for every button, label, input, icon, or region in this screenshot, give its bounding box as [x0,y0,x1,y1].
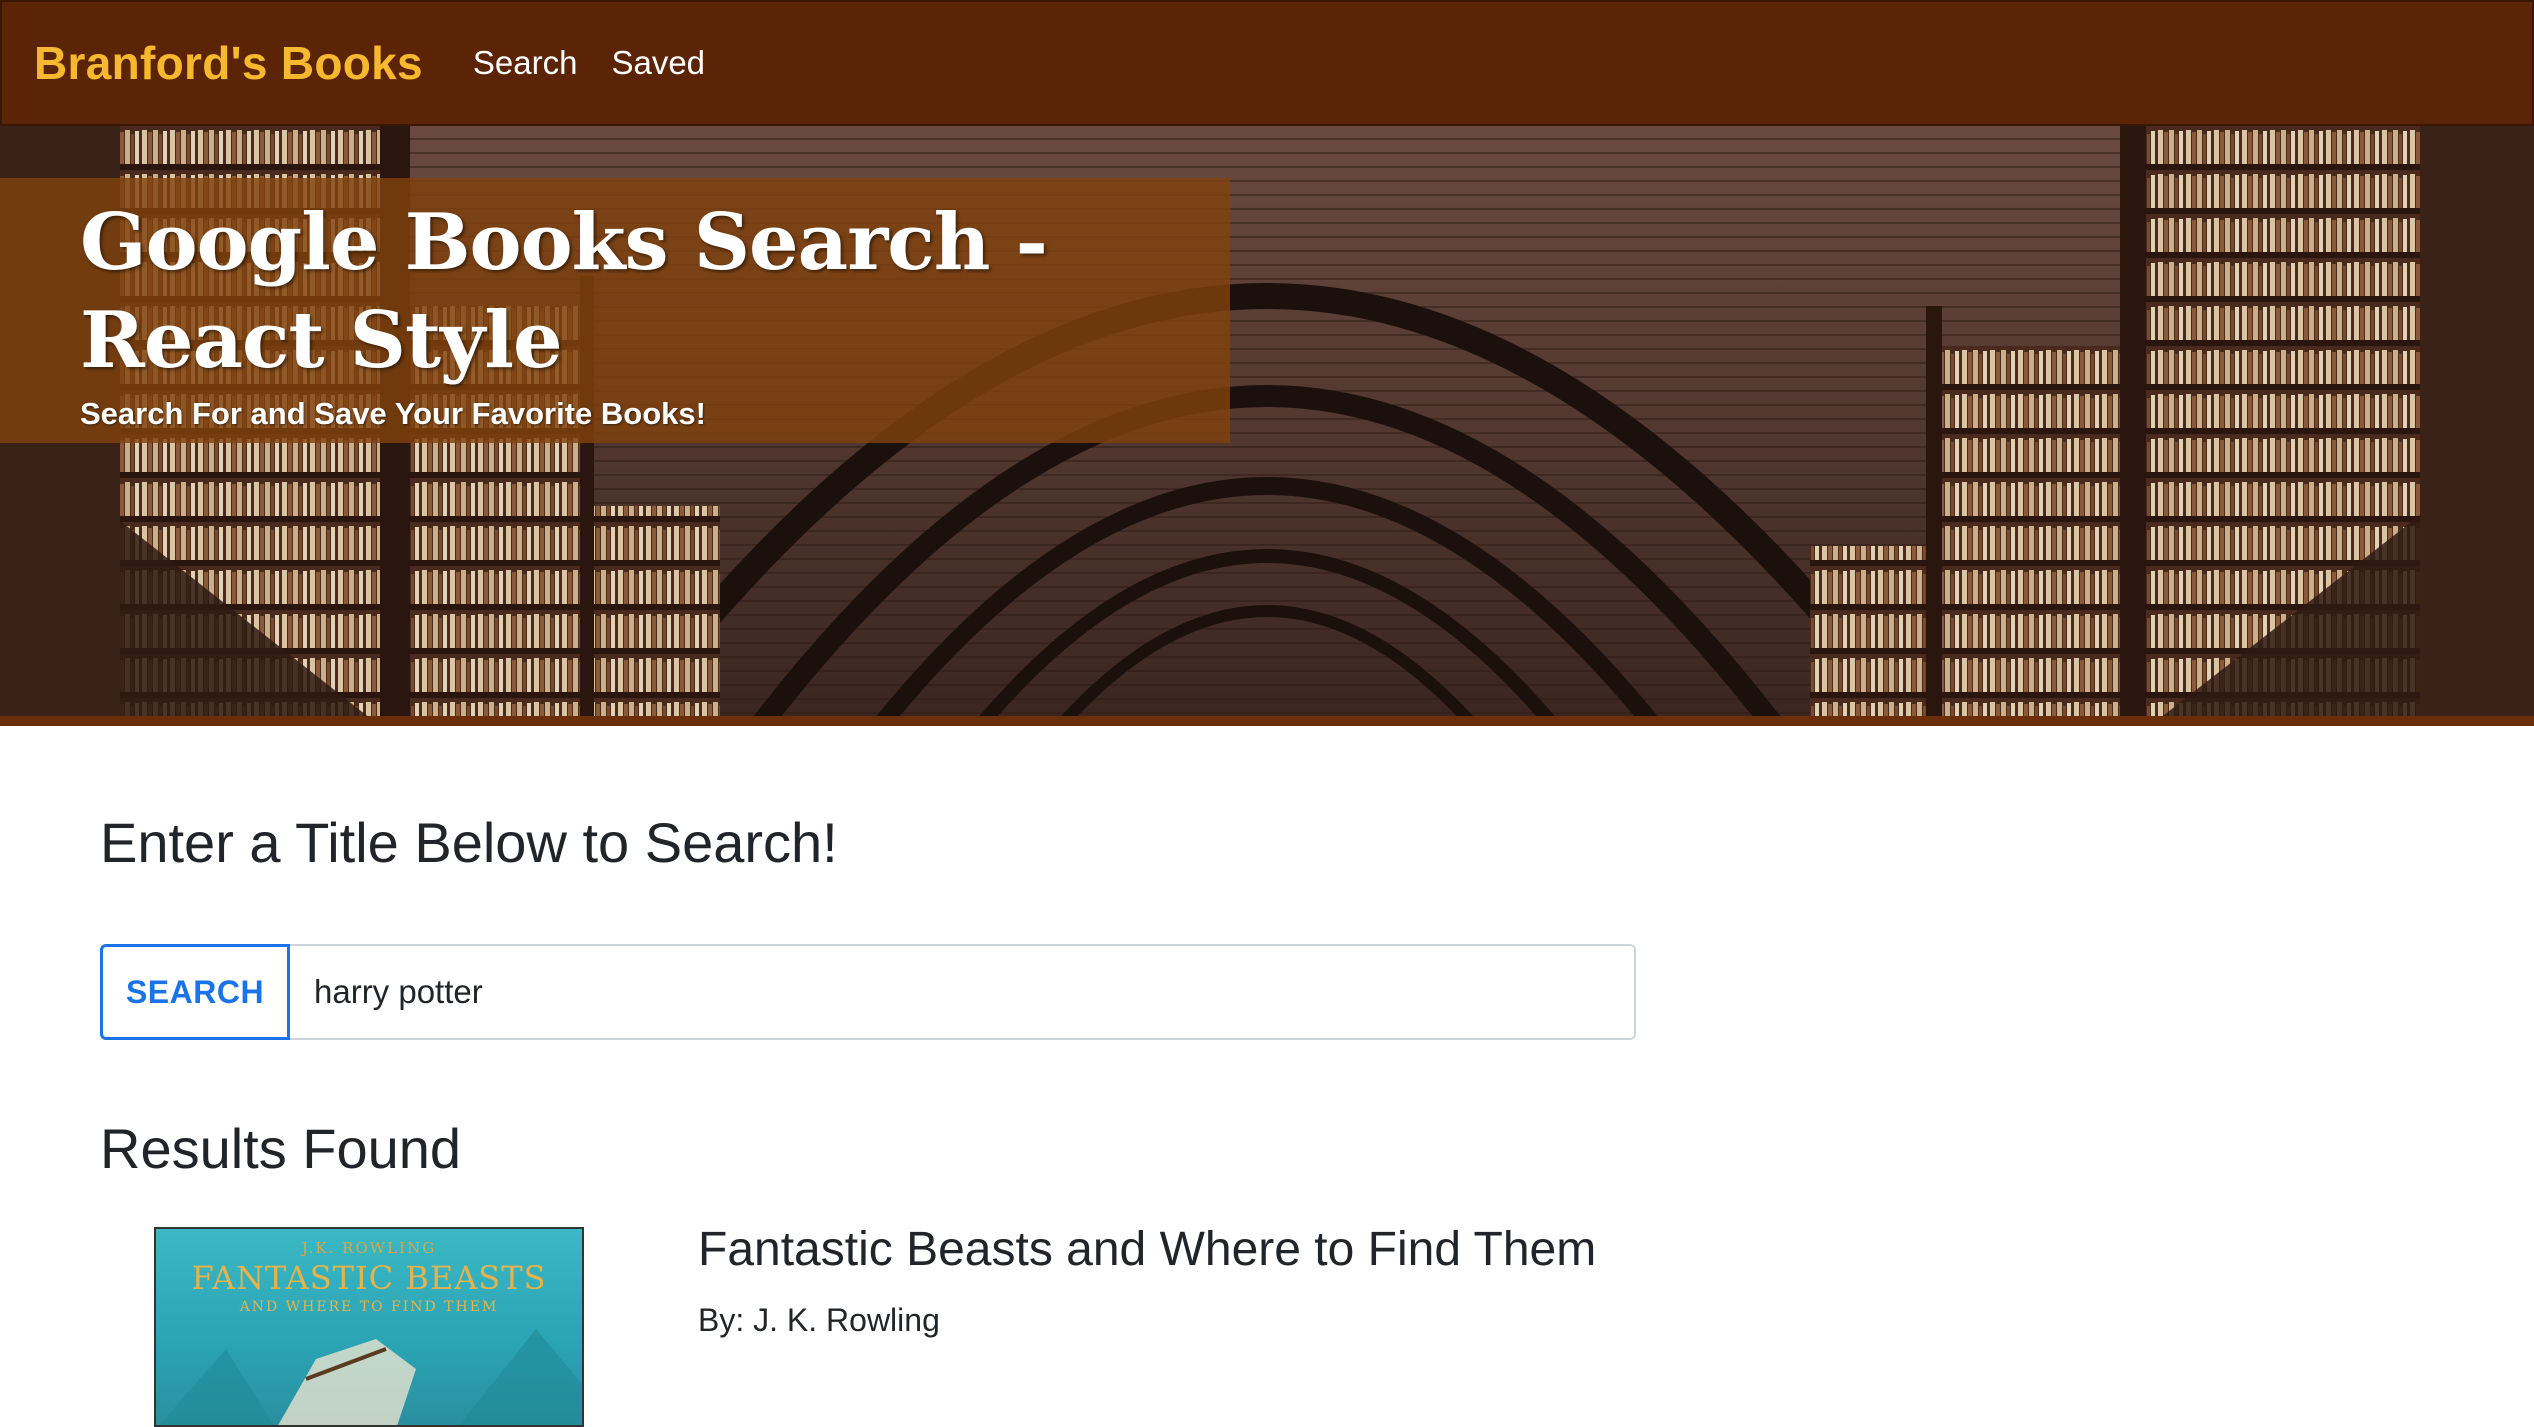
navbar: Branford's Books Search Saved [0,0,2534,126]
search-form: SEARCH [100,944,1636,1040]
hero-banner: Google Books Search - React Style Search… [0,126,2534,726]
brand-logo[interactable]: Branford's Books [34,36,423,90]
hero-subtitle: Search For and Save Your Favorite Books! [80,396,706,431]
search-input[interactable] [290,944,1636,1040]
book-title: Fantastic Beasts and Where to Find Them [698,1223,1597,1276]
results-heading: Results Found [100,1117,462,1180]
book-cover-image: J.K. ROWLING FANTASTIC BEASTS AND WHERE … [154,1227,584,1427]
hero-title: Google Books Search - React Style [80,197,1048,386]
book-author: By: J. K. Rowling [698,1302,940,1338]
nav-link-saved[interactable]: Saved [611,44,705,82]
cover-illustration [159,1329,582,1425]
nav-link-search[interactable]: Search [473,44,578,82]
search-button[interactable]: SEARCH [100,944,290,1040]
search-heading: Enter a Title Below to Search! [100,811,838,874]
hero-title-panel: Google Books Search - React Style Search… [0,178,1230,443]
